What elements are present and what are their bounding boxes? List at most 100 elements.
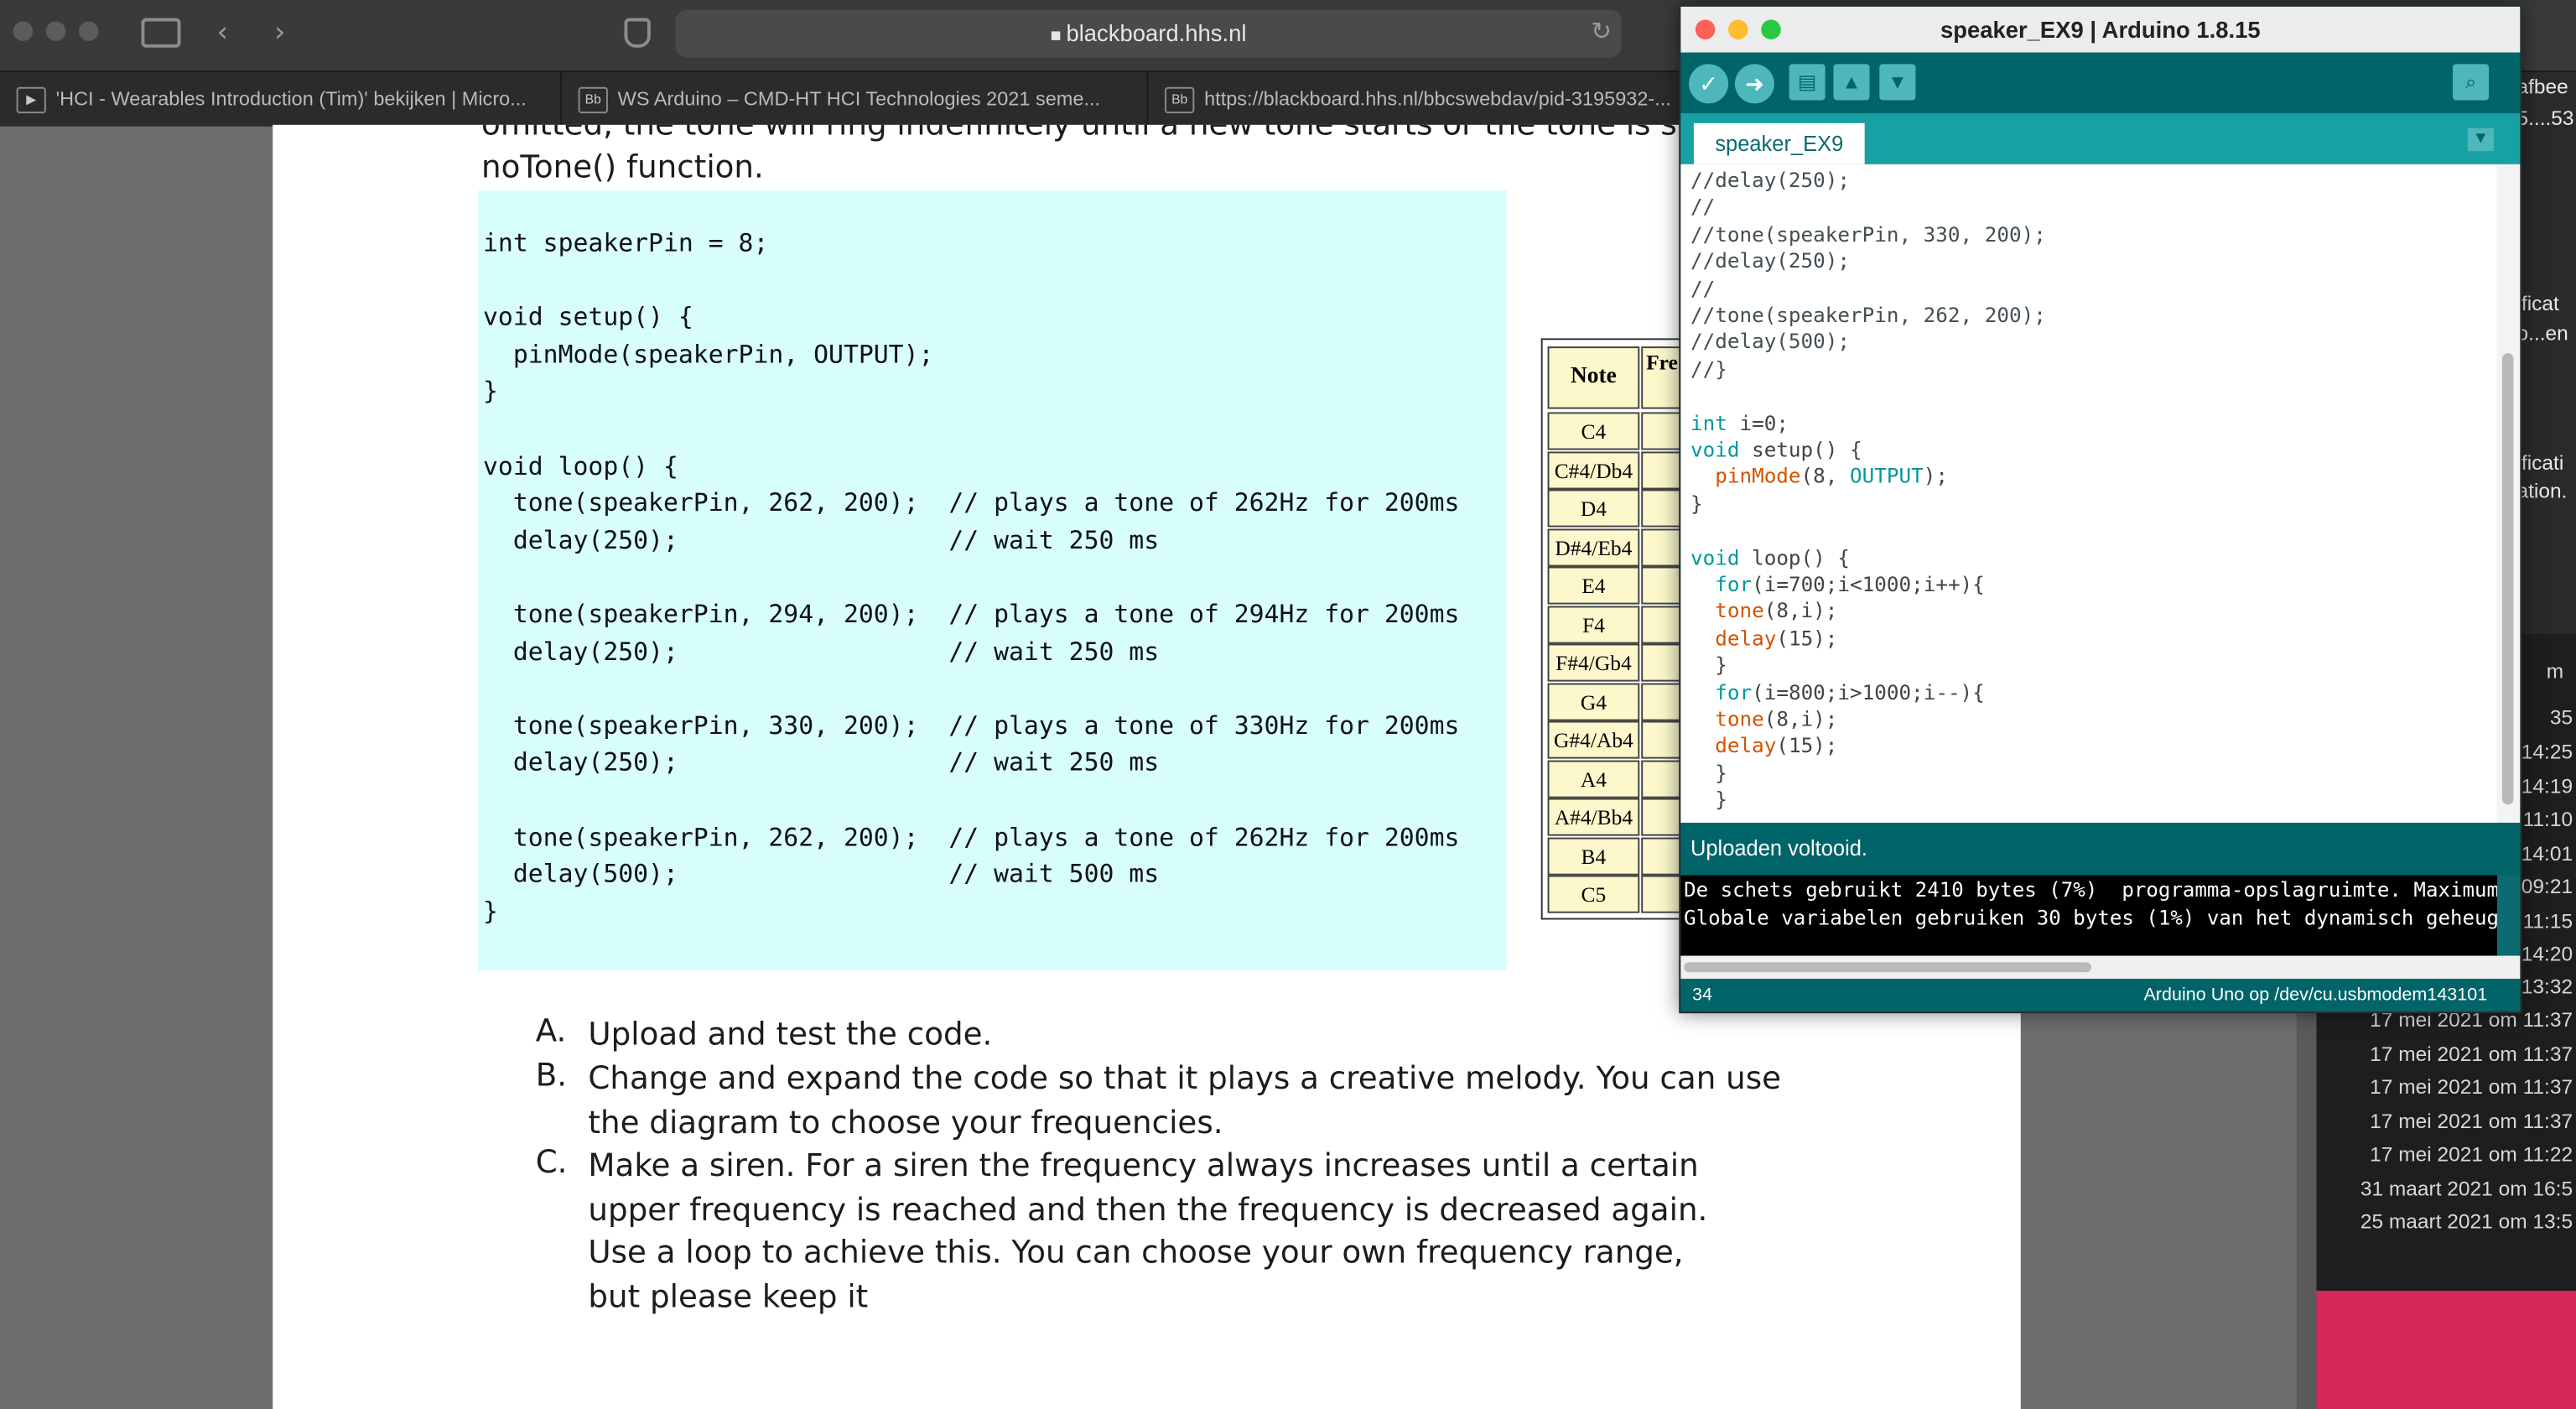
note-cell: D#4/Eb4 — [1547, 528, 1640, 566]
editor-line: } — [1690, 652, 1727, 678]
finder-date[interactable]: 25 maart 2021 om 13:5 — [2360, 1210, 2573, 1233]
note-cell: A#4/Bb4 — [1547, 798, 1640, 836]
note-cell: F#4/Gb4 — [1547, 643, 1640, 682]
code-line: delay(250); // wait 250 ms — [483, 525, 1160, 555]
save-sketch-icon[interactable]: ▼ — [1879, 64, 1916, 101]
list-item: Change and expand the code so that it pl… — [588, 1060, 1782, 1141]
editor-scrollbar[interactable] — [2496, 164, 2521, 823]
sidebar-toggle-icon[interactable] — [141, 18, 181, 48]
tab-label: 'HCI - Wearables Introduction (Tim)' bek… — [55, 86, 527, 111]
note-frequency-table: Note Fre ( C4 C#4/Db4 D4 D#4/Eb4 E4 F4 F#4/Gb4… — [1540, 338, 1697, 920]
note-cell: E4 — [1547, 566, 1640, 605]
finder-time: 09:21 — [2521, 875, 2573, 899]
editor-line: // — [1690, 194, 1716, 220]
finder-time: 14:25 — [2521, 741, 2573, 764]
editor-line: int i=0; — [1690, 409, 1789, 435]
note-cell: C4 — [1547, 412, 1640, 450]
editor-line: tone(8,i); — [1715, 705, 1838, 731]
desktop-file-label: afbee — [2516, 75, 2568, 99]
code-line: } — [483, 377, 498, 407]
line-number: 34 — [1691, 985, 1712, 1006]
finder-date[interactable]: 17 mei 2021 om 11:37 — [2370, 1076, 2573, 1099]
code-line: delay(250); // wait 250 ms — [483, 636, 1160, 667]
close-button[interactable] — [1695, 19, 1716, 39]
list-marker: C. — [535, 1144, 568, 1181]
blackboard-icon: Bb — [578, 86, 608, 113]
back-icon[interactable]: ‹ — [217, 17, 228, 49]
editor-line: tone(8,i); — [1715, 598, 1838, 623]
list-item: Upload and test the code. — [588, 1016, 993, 1053]
tab-stream[interactable]: ▶ 'HCI - Wearables Introduction (Tim)' be… — [0, 72, 563, 127]
blackboard-icon: Bb — [1165, 86, 1195, 113]
list-item: Make a siren. For a siren the frequency … — [588, 1147, 1708, 1315]
console-scroll-thumb[interactable] — [1684, 962, 2092, 973]
tab-ws-arduino[interactable]: Bb WS Arduino – CMD-HT HCI Technologies 2… — [562, 72, 1149, 127]
editor-line: pinMode(8, OUTPUT); — [1715, 463, 1948, 489]
editor-line: delay(15); — [1715, 733, 1838, 758]
desktop-file-label: o...en — [2516, 321, 2568, 346]
desktop-strip — [2513, 124, 2576, 634]
note-cell: G4 — [1547, 682, 1640, 720]
upload-icon[interactable]: ➜ — [1734, 64, 1774, 104]
paragraph-line: omitted, the tone will ring indefinitely… — [481, 124, 1787, 143]
editor-line: for(i=800;i>1000;i--){ — [1715, 679, 1985, 704]
zoom-button[interactable] — [1761, 19, 1781, 39]
editor-line: //} — [1690, 356, 1727, 381]
console-output: De schets gebruikt 2410 bytes (7%) progr… — [1680, 875, 2497, 956]
code-line: pinMode(speakerPin, OUTPUT); — [483, 339, 934, 370]
privacy-shield-icon[interactable] — [624, 18, 651, 48]
note-header: Note — [1547, 346, 1640, 409]
editor-scroll-thumb[interactable] — [2501, 352, 2514, 805]
desktop-file-label: 5....53 — [2516, 107, 2574, 130]
note-cell: C#4/Db4 — [1547, 450, 1640, 489]
tab-pdf[interactable]: Bb https://blackboard.hhs.nl/bbcswebdav/p… — [1148, 72, 1692, 127]
note-cell: F4 — [1547, 605, 1640, 643]
finder-date[interactable]: 17 mei 2021 om 11:37 — [2370, 1042, 2573, 1065]
finder-time: 13:32 — [2521, 975, 2573, 999]
sketch-tabs: speaker_EX9 ▼ — [1680, 113, 2521, 164]
reload-icon[interactable]: ↻ — [1591, 15, 1612, 48]
editor-line: //delay(250); — [1690, 248, 1851, 273]
editor-line: for(i=700;i<1000;i++){ — [1715, 571, 1985, 596]
arduino-ide-window: speaker_EX9 | Arduino 1.8.15 ✓ ➜ ▤ ▲ ▼ ⌕… — [1679, 4, 2522, 1014]
serial-monitor-icon[interactable]: ⌕ — [2453, 64, 2490, 101]
finder-time: 14:20 — [2521, 942, 2573, 966]
zoom-window-button[interactable] — [79, 21, 99, 41]
finder-time: 35 — [2549, 705, 2573, 730]
finder-column-header: m — [2546, 660, 2564, 684]
code-line: tone(speakerPin, 262, 200); // plays a t… — [483, 487, 1460, 518]
finder-time: 11:10 — [2522, 808, 2573, 831]
open-sketch-icon[interactable]: ▲ — [1833, 64, 1870, 101]
arduino-titlebar: speaker_EX9 | Arduino 1.8.15 — [1680, 6, 2521, 53]
tab-speaker-ex9[interactable]: speaker_EX9 — [1693, 122, 1865, 164]
desktop-file-label: ation. — [2516, 479, 2568, 503]
window-title: speaker_EX9 | Arduino 1.8.15 — [1940, 16, 2261, 43]
finder-date[interactable]: 17 mei 2021 om 11:37 — [2370, 1110, 2573, 1133]
code-line: void setup() { — [483, 302, 693, 332]
finder-date[interactable]: 17 mei 2021 om 11:22 — [2370, 1143, 2573, 1166]
close-window-button[interactable] — [13, 21, 34, 41]
list-marker: B. — [535, 1057, 568, 1094]
editor-line: void setup() { — [1690, 436, 1862, 462]
editor-line: } — [1690, 760, 1727, 785]
editor-line: //delay(250); — [1690, 167, 1851, 193]
minimize-button[interactable] — [1728, 19, 1748, 39]
console-line: De schets gebruikt 2410 bytes (7%) progr… — [1684, 878, 2497, 902]
finder-date[interactable]: 31 maart 2021 om 16:5 — [2360, 1178, 2573, 1200]
tab-menu-chevron-down-icon[interactable]: ▼ — [2467, 127, 2495, 152]
editor-line: delay(15); — [1715, 625, 1838, 650]
code-line: delay(500); // wait 500 ms — [483, 859, 1160, 889]
forward-icon[interactable]: › — [274, 17, 285, 49]
code-editor[interactable]: //delay(250);////tone(speakerPin, 330, 2… — [1680, 164, 2497, 823]
desktop-wallpaper — [2316, 1291, 2576, 1409]
stream-icon: ▶ — [16, 86, 46, 113]
address-bar[interactable]: ■ blackboard.hhs.nl ↻ — [675, 9, 1622, 58]
minimize-window-button[interactable] — [45, 21, 66, 41]
code-line: tone(speakerPin, 330, 200); // plays a t… — [483, 710, 1460, 741]
new-sketch-icon[interactable]: ▤ — [1789, 64, 1826, 101]
console-scrollbar[interactable] — [1680, 955, 2521, 979]
verify-icon[interactable]: ✓ — [1689, 64, 1729, 104]
board-port: Arduino Uno op /dev/cu.usbmodem143101 — [2143, 985, 2488, 1006]
code-line: int speakerPin = 8; — [483, 228, 769, 258]
finder-time: 14:01 — [2521, 842, 2573, 866]
